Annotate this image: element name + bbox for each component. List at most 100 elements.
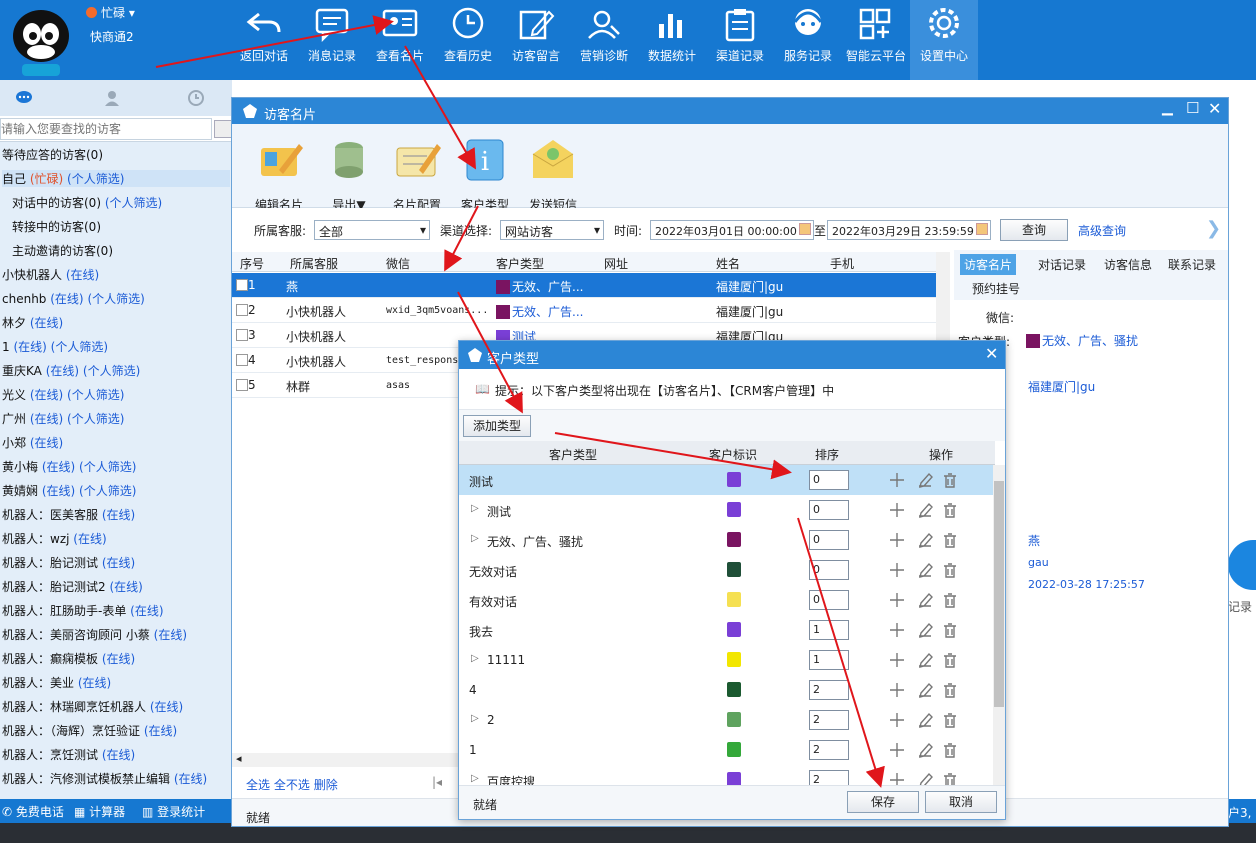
delete-link[interactable]: 删除 [314, 778, 338, 792]
type-row[interactable]: 12 [459, 735, 993, 765]
personal-filter-link[interactable]: (个人筛选) [87, 292, 144, 306]
visitor-group-item[interactable]: 机器人：胎记测试 (在线) [2, 554, 135, 571]
card-config-button[interactable]: 名片配置 [382, 134, 452, 212]
visitor-search-input[interactable] [0, 118, 212, 140]
expand-arrow-icon[interactable]: ▷ [471, 533, 479, 544]
toolbar-button-3[interactable]: 查看名片 [366, 0, 434, 80]
type-row[interactable]: 42 [459, 675, 993, 705]
type-row[interactable]: 有效对话 0 [459, 585, 993, 615]
history-clock-icon[interactable] [186, 90, 206, 106]
scroll-thumb[interactable] [994, 481, 1004, 707]
visitor-group-item[interactable]: 广州 (在线) (个人筛选) [2, 410, 124, 427]
personal-filter-link[interactable]: (个人筛选) [67, 172, 124, 186]
channel-select[interactable]: 网站访客 ▾ [500, 220, 604, 240]
login-stats-button[interactable]: ▥ 登录统计 [142, 803, 205, 820]
toolbar-button-2[interactable]: 消息记录 [298, 0, 366, 80]
agent-select[interactable]: 全部 ▾ [314, 220, 430, 240]
type-row[interactable]: 无效对话 0 [459, 555, 993, 585]
order-input[interactable]: 0 [809, 560, 849, 580]
user-icon[interactable] [102, 90, 122, 106]
column-header[interactable]: 序号 [240, 255, 264, 272]
visitor-group-item[interactable]: 小快机器人 (在线) [2, 266, 99, 283]
row-checkbox[interactable] [236, 279, 248, 291]
chevron-left-icon[interactable]: ◂ [236, 752, 242, 765]
minimize-icon[interactable]: ▁ [1162, 100, 1173, 116]
personal-filter-link[interactable]: (个人筛选) [105, 196, 162, 210]
visitor-group-item[interactable]: 机器人：wzj (在线) [2, 530, 107, 547]
visitor-group-item[interactable]: 等待应答的访客(0) [2, 146, 103, 163]
column-header[interactable]: 手机 [830, 255, 854, 272]
grid-column-header[interactable]: 客户类型 [549, 446, 597, 463]
chevron-right-icon[interactable]: ❯ [1206, 218, 1221, 239]
column-header[interactable]: 所属客服 [290, 255, 338, 272]
status-selector[interactable]: 忙碌 ▾ [86, 4, 135, 21]
order-input[interactable]: 0 [809, 590, 849, 610]
column-header[interactable]: 姓名 [716, 255, 740, 272]
visitor-group-item[interactable]: chenhb (在线) (个人筛选) [2, 290, 145, 307]
grid-column-header[interactable]: 操作 [929, 446, 953, 463]
cancel-button[interactable]: 取消 [925, 791, 997, 813]
type-row[interactable]: ▷ 测试 0 [459, 495, 993, 525]
visitor-group-item[interactable]: 机器人：（海辉）烹饪验证 (在线) [2, 722, 177, 739]
row-checkbox[interactable] [236, 329, 248, 341]
visitor-group-item[interactable]: 机器人：医美客服 (在线) [2, 506, 135, 523]
toolbar-button-11[interactable]: 设置中心 [910, 0, 978, 80]
visitor-group-item[interactable]: 机器人：癫痫模板 (在线) [2, 650, 135, 667]
visitor-group-item[interactable]: 黄婧娴 (在线) (个人筛选) [2, 482, 136, 499]
query-button[interactable]: 查询 [1000, 219, 1068, 241]
visitor-group-item[interactable]: 机器人：烹饪测试 (在线) [2, 746, 135, 763]
table-row[interactable]: 1 燕无效、广告... 福建厦门|gu [232, 273, 936, 298]
visitor-group-item[interactable]: 机器人：汽修测试模板禁止编辑 (在线) [2, 770, 207, 787]
table-row[interactable]: 2 小快机器人 wxid_3qm5voans... 无效、广告... 福建厦门|gu [232, 298, 936, 323]
toolbar-button-10[interactable]: 智能云平台 [842, 0, 910, 80]
row-checkbox[interactable] [236, 379, 248, 391]
save-button[interactable]: 保存 [847, 791, 919, 813]
toolbar-button-9[interactable]: 服务记录 [774, 0, 842, 80]
personal-filter-link[interactable]: (个人筛选) [79, 484, 136, 498]
detail-tab[interactable]: 预约挂号 [968, 278, 1024, 299]
toolbar-button-1[interactable]: 返回对话 [230, 0, 298, 80]
expand-arrow-icon[interactable]: ▷ [471, 653, 479, 664]
time-to-input[interactable]: 2022年03月29日 23:59:59 [827, 220, 991, 240]
type-row[interactable]: ▷ 11111 1 [459, 645, 993, 675]
advanced-query-link[interactable]: 高级查询 [1078, 222, 1126, 239]
order-input[interactable]: 2 [809, 680, 849, 700]
order-input[interactable]: 2 [809, 740, 849, 760]
column-header[interactable]: 网址 [604, 255, 628, 272]
edit-card-button[interactable]: 编辑名片 [244, 134, 314, 212]
visitor-group-item[interactable]: 转接中的访客(0) [12, 218, 101, 235]
calendar-icon[interactable] [976, 223, 988, 235]
type-row[interactable]: ▷ 2 2 [459, 705, 993, 735]
phone-float-icon[interactable] [1228, 540, 1256, 590]
detail-tab[interactable]: 访客信息 [1100, 254, 1156, 275]
detail-tab[interactable]: 访客名片 [960, 254, 1017, 275]
maximize-icon[interactable]: ☐ [1186, 99, 1199, 117]
close-icon[interactable]: ✕ [1208, 99, 1221, 118]
grid-column-header[interactable]: 客户标识 [709, 446, 757, 463]
visitor-group-item[interactable]: 1 (在线) (个人筛选) [2, 338, 108, 355]
send-sms-button[interactable]: 发送短信 [518, 134, 588, 212]
personal-filter-link[interactable]: (个人筛选) [67, 388, 124, 402]
type-row[interactable]: ▷ 百度控搜 2 [459, 765, 993, 785]
type-row[interactable]: ▷ 无效、广告、骚扰 0 [459, 525, 993, 555]
calendar-icon[interactable] [799, 223, 811, 235]
toolbar-button-8[interactable]: 渠道记录 [706, 0, 774, 80]
detail-tab[interactable]: 联系记录 [1164, 254, 1220, 275]
grid-column-header[interactable]: 排序 [815, 446, 839, 463]
order-input[interactable]: 0 [809, 530, 849, 550]
select-none-link[interactable]: 全不选 [274, 778, 310, 792]
visitor-group-item[interactable]: 对话中的访客(0) (个人筛选) [12, 194, 162, 211]
type-row[interactable]: 我去 1 [459, 615, 993, 645]
chat-bubble-icon[interactable] [14, 90, 34, 106]
order-input[interactable]: 0 [809, 500, 849, 520]
expand-arrow-icon[interactable]: ▷ [471, 773, 479, 784]
visitor-group-item[interactable]: 光义 (在线) (个人筛选) [2, 386, 124, 403]
visitor-group-item[interactable]: 小郑 (在线) [2, 434, 63, 451]
visitor-group-item[interactable]: 机器人：林瑞卿烹饪机器人 (在线) [2, 698, 183, 715]
detail-tab[interactable]: 对话记录 [1034, 254, 1090, 275]
column-header[interactable]: 客户类型 [496, 255, 544, 272]
calculator-button[interactable]: ▦ 计算器 [74, 803, 125, 820]
personal-filter-link[interactable]: (个人筛选) [51, 340, 108, 354]
expand-arrow-icon[interactable]: ▷ [471, 713, 479, 724]
visitor-group-item[interactable]: 黄小梅 (在线) (个人筛选) [2, 458, 136, 475]
